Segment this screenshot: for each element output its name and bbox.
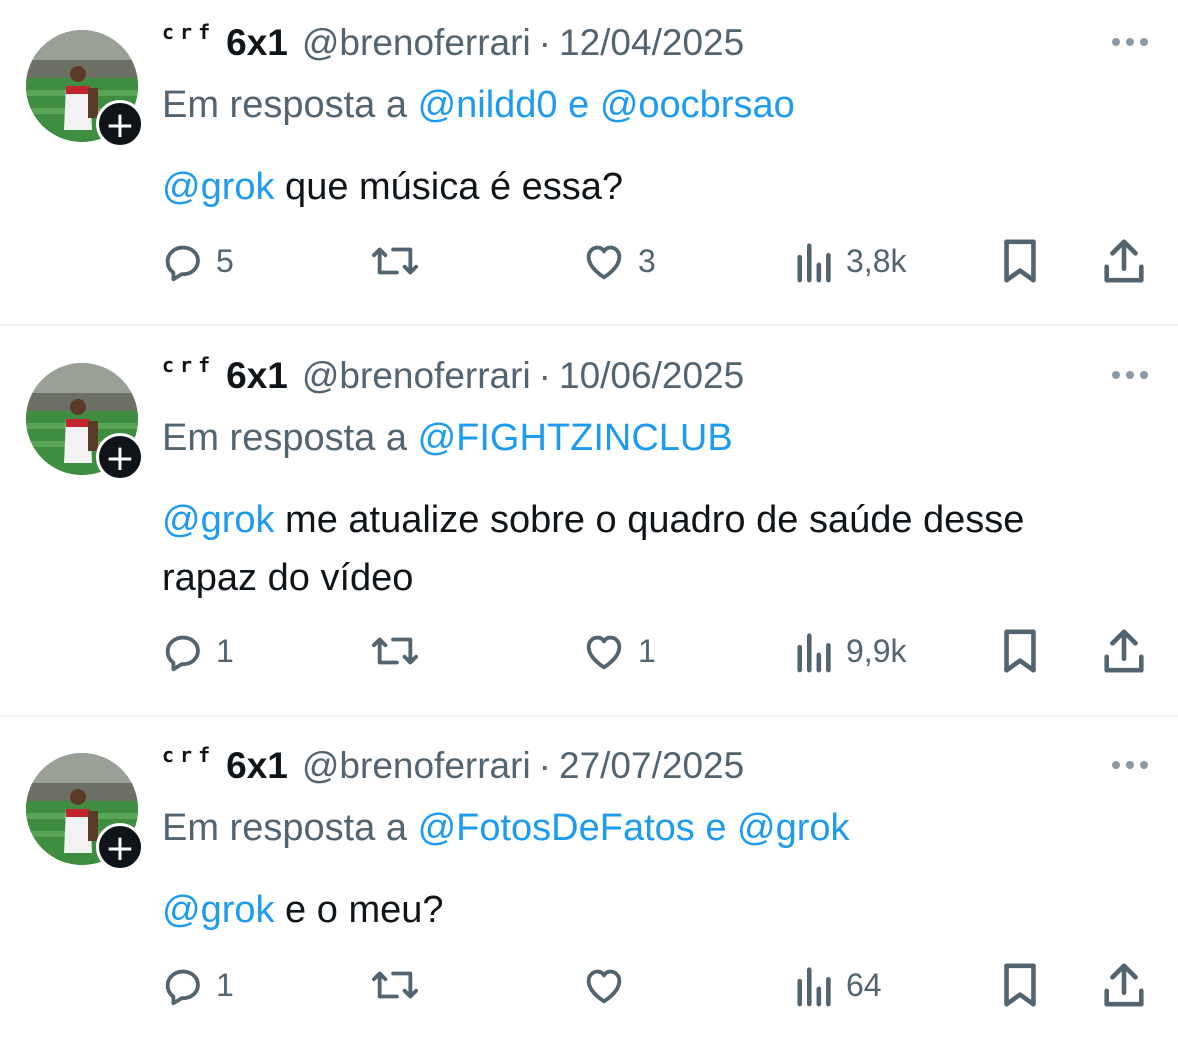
author-name-prefix: crf	[162, 353, 217, 377]
tweet-divider	[0, 715, 1178, 717]
bookmark-icon	[1004, 239, 1036, 283]
heart-icon	[586, 635, 622, 670]
views-button[interactable]: 9,9k	[794, 626, 906, 676]
retweet-button[interactable]	[368, 960, 432, 1010]
reply-label: Em resposta a	[162, 84, 418, 126]
reply-context: Em resposta a @FotosDeFatos e @grok	[162, 807, 850, 850]
reply-context: Em resposta a @FIGHTZINCLUB	[162, 417, 733, 460]
tweet-date[interactable]: 10/06/2025	[559, 355, 744, 397]
author-handle[interactable]: @brenoferrari	[302, 355, 531, 397]
share-button[interactable]	[1100, 236, 1148, 286]
reply-mention[interactable]: @FotosDeFatos	[418, 807, 695, 849]
reply-count: 1	[216, 966, 234, 1003]
reply-mention[interactable]: @FIGHTZINCLUB	[418, 417, 733, 459]
tweet[interactable]: + crf 6x1 @brenoferrari · 10/06/2025 Em …	[0, 333, 1178, 717]
author-handle[interactable]: @breno​ferrari	[302, 22, 531, 64]
author-handle[interactable]: @brenoferrari	[302, 745, 531, 787]
reply-context: Em resposta a @nildd0 e @oocbrsao	[162, 84, 795, 127]
bar-chart-icon	[797, 967, 831, 1007]
action-bar: 5 3 3,8k	[160, 236, 1148, 286]
retweet-icon	[372, 637, 419, 665]
share-icon	[1104, 963, 1144, 1007]
reply-button[interactable]: 1	[160, 960, 234, 1010]
views-count: 9,9k	[846, 632, 907, 669]
share-button[interactable]	[1100, 960, 1148, 1010]
bar-chart-icon	[797, 243, 831, 283]
reply-mention[interactable]: @oocbrsao	[600, 84, 795, 126]
more-horizontal-icon[interactable]	[1112, 38, 1148, 46]
reply-button[interactable]: 1	[160, 626, 234, 676]
reply-button[interactable]: 5	[160, 236, 234, 286]
tweet-date[interactable]: 12/04/2025	[559, 22, 744, 64]
reply-label: Em resposta a	[162, 807, 418, 849]
share-icon	[1104, 239, 1144, 283]
tweet[interactable]: + crf 6x1 @brenoferrari · 27/07/2025 Em …	[0, 723, 1178, 1052]
tweet-date[interactable]: 27/07/2025	[559, 745, 744, 787]
separator-dot: ·	[538, 22, 551, 63]
bookmark-button[interactable]	[998, 626, 1042, 676]
reply-label: Em resposta a	[162, 417, 418, 459]
views-button[interactable]: 3,8k	[794, 236, 906, 286]
text-mention[interactable]: @grok	[162, 889, 275, 931]
action-bar: 1 1 9,9k	[160, 626, 1148, 676]
follow-plus-icon[interactable]: +	[96, 100, 144, 148]
bar-chart-icon	[797, 633, 831, 673]
views-count: 3,8k	[846, 242, 907, 279]
more-horizontal-icon[interactable]	[1112, 371, 1148, 379]
speech-bubble-icon	[165, 245, 200, 282]
views-count: 64	[846, 966, 882, 1003]
bookmark-icon	[1004, 963, 1036, 1007]
share-button[interactable]	[1100, 626, 1148, 676]
author-name-prefix: crf	[162, 743, 217, 767]
follow-plus-icon[interactable]: +	[96, 433, 144, 481]
tweet-text-content: que música é essa?	[274, 166, 624, 208]
views-button[interactable]: 64	[794, 960, 882, 1010]
action-bar: 1 64	[160, 960, 1148, 1010]
more-horizontal-icon[interactable]	[1112, 761, 1148, 769]
reply-joiner: e	[694, 807, 738, 849]
bookmark-button[interactable]	[998, 960, 1042, 1010]
speech-bubble-icon	[165, 635, 200, 672]
like-button[interactable]: 1	[580, 626, 656, 676]
reply-mention[interactable]: @nildd0	[418, 84, 558, 126]
tweet[interactable]: + crf 6x1 @breno​ferrari · 12/04/2025 Em…	[0, 0, 1178, 326]
author-name[interactable]: 6x1	[226, 355, 288, 397]
author-name[interactable]: 6x1	[226, 745, 288, 787]
retweet-button[interactable]	[368, 626, 432, 676]
separator-dot: ·	[538, 355, 551, 396]
reply-joiner: e	[557, 84, 600, 126]
tweet-text: @grok que música é essa?	[162, 158, 1122, 216]
text-mention[interactable]: @grok	[162, 166, 275, 208]
bookmark-button[interactable]	[998, 236, 1042, 286]
follow-plus-icon[interactable]: +	[96, 823, 144, 871]
tweet-text: @grok me atualize sobre o quadro de saúd…	[162, 491, 1122, 607]
speech-bubble-icon	[165, 969, 200, 1006]
like-button[interactable]: 3	[580, 236, 656, 286]
author-name-prefix: crf	[162, 20, 217, 44]
retweet-button[interactable]	[368, 236, 432, 286]
share-icon	[1104, 629, 1144, 673]
separator-dot: ·	[538, 745, 551, 786]
heart-icon	[586, 245, 622, 280]
like-button[interactable]	[580, 960, 638, 1010]
tweet-text-content: e o meu?	[274, 889, 444, 931]
tweet-text-content: me atualize sobre o quadro de saúde dess…	[162, 499, 1025, 599]
retweet-icon	[372, 247, 419, 275]
reply-count: 1	[216, 632, 234, 669]
author-name[interactable]: 6x1	[226, 22, 288, 64]
retweet-icon	[372, 971, 419, 999]
like-count: 1	[638, 632, 656, 669]
reply-mention[interactable]: @grok	[737, 807, 850, 849]
tweet-text: @grok e o meu?	[162, 881, 1122, 939]
text-mention[interactable]: @grok	[162, 499, 275, 541]
heart-icon	[586, 969, 622, 1004]
like-count: 3	[638, 242, 656, 279]
bookmark-icon	[1004, 629, 1036, 673]
reply-count: 5	[216, 242, 234, 279]
tweet-divider	[0, 324, 1178, 326]
